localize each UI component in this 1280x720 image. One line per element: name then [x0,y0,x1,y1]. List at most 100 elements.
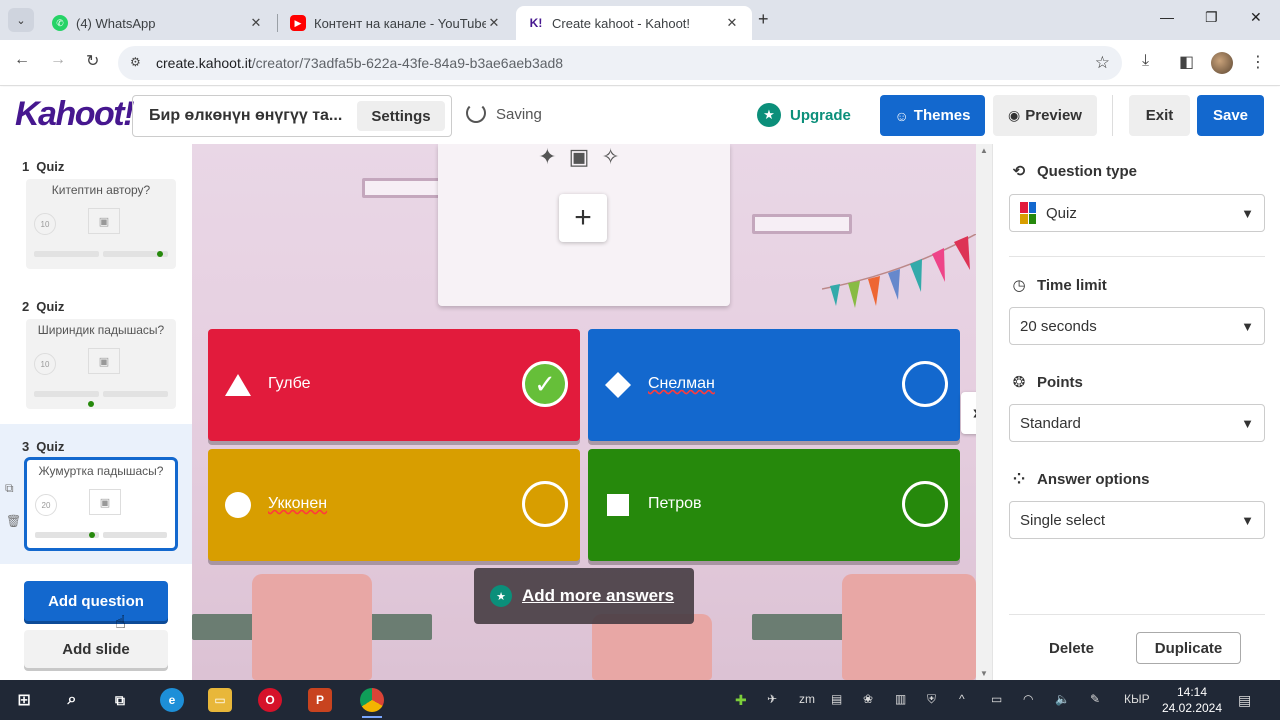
question-canvas: ✦▣✧ + Гулбе ✓ Снелман Укконен Петров ★ A… [192,144,976,680]
url-host: create.kahoot.it [156,55,252,71]
profile-avatar[interactable] [1211,52,1233,74]
answer-text[interactable]: Петров [648,495,702,513]
close-tab-icon[interactable]: ✕ [486,15,502,31]
exit-button[interactable]: Exit [1129,95,1190,136]
background-chair [842,574,976,680]
windows-start-icon[interactable]: ⊞ [12,688,36,712]
answer-2[interactable]: Снелман [588,329,960,441]
question-type-select[interactable]: Quiz ▼ [1009,194,1265,232]
scroll-down-icon[interactable]: ▼ [980,669,988,678]
menu-dots-icon[interactable]: ⋮ [1250,52,1266,72]
tray-app-icon[interactable]: ❀ [863,692,873,706]
preview-button[interactable]: ◉ Preview [993,95,1097,136]
answer-4[interactable]: Петров [588,449,960,561]
image-placeholder-icon: ▣ [89,489,121,515]
tray-app-icon[interactable]: ✈ [767,692,777,706]
time-limit-select[interactable]: 20 seconds ▼ [1009,307,1265,345]
upgrade-button[interactable]: ★ Upgrade [757,103,851,127]
address-bar[interactable]: ⚙ create.kahoot.it/creator/73adfa5b-622a… [118,46,1122,80]
minimize-icon[interactable]: — [1160,9,1174,25]
correct-toggle[interactable] [902,481,948,527]
bookmark-star-icon[interactable]: ☆ [1095,53,1110,73]
duplicate-question-button[interactable]: Duplicate [1136,632,1241,664]
slide-thumbnail[interactable]: Китептин автору? 10 ▣ [26,179,176,269]
slide-item-2[interactable]: 2 Quiz Шириндик падышасы? 10 ▣ [0,284,192,424]
task-view-icon[interactable]: ⧉ [108,688,132,712]
back-arrow-icon[interactable]: ← [14,51,30,69]
canvas-scrollbar[interactable]: ▲ ▼ [976,144,992,680]
tray-app-icon[interactable]: ▤ [831,692,842,706]
pen-icon[interactable]: ✎ [1090,692,1100,706]
kahoot-logo[interactable]: Kahoot! [15,95,134,134]
themes-label: Themes [913,107,971,124]
language-indicator[interactable]: КЫР [1124,692,1150,706]
slide-item-3[interactable]: 3 Quiz Жумуртка падышасы? 20 ▣ ⧉ 🗑 [0,424,192,564]
add-slide-button[interactable]: Add slide [24,630,168,668]
file-explorer-icon[interactable]: ▭ [208,688,232,712]
tab-search-chevron-icon[interactable]: ⌄ [8,8,34,32]
eye-icon: ◉ [1008,107,1021,123]
add-media-plus-icon[interactable]: + [559,194,607,242]
tab-title: (4) WhatsApp [76,15,156,31]
chrome-icon[interactable] [360,688,384,718]
slide-thumbnail-selected[interactable]: Жумуртка падышасы? 20 ▣ [24,457,178,551]
close-tab-icon[interactable]: ✕ [248,15,264,31]
answer-1[interactable]: Гулбе ✓ [208,329,580,441]
close-tab-icon[interactable]: ✕ [724,15,740,31]
new-tab-plus-icon[interactable]: + [758,9,769,30]
system-clock[interactable]: 14:14 24.02.2024 [1158,684,1226,716]
header-divider [1112,95,1113,136]
battery-icon[interactable]: ▭ [991,692,1002,706]
save-button[interactable]: Save [1197,95,1264,136]
correct-dot [89,532,95,538]
correct-toggle-checked[interactable]: ✓ [522,361,568,407]
tab-kahoot[interactable]: K! Create kahoot - Kahoot! ✕ [516,6,752,40]
show-hidden-icons-chevron[interactable]: ^ [959,692,965,706]
window-close-icon[interactable]: ✕ [1250,9,1262,26]
slide-type: Quiz [36,439,65,454]
quiz-icon [1020,202,1036,224]
correct-toggle[interactable] [902,361,948,407]
kahoot-title-field[interactable]: Бир өлкөнүн өнүгүү та... Settings [132,95,452,137]
restore-icon[interactable]: ❐ [1205,9,1218,26]
add-more-answers-button[interactable]: ★ Add more answers [474,568,694,624]
slide-number: 3 [22,439,30,454]
settings-button[interactable]: Settings [357,101,445,131]
correct-toggle[interactable] [522,481,568,527]
side-panel-icon[interactable]: ◧ [1179,52,1194,72]
slide-thumbnail[interactable]: Шириндик падышасы? 10 ▣ [26,319,176,409]
powerpoint-icon[interactable]: P [308,688,332,712]
answer-text[interactable]: Укконен [268,495,327,513]
trash-icon[interactable]: 🗑 [6,514,21,528]
edge-icon[interactable]: e [160,688,184,712]
opera-icon[interactable]: O [258,688,282,712]
slide-item-1[interactable]: 1 Quiz Китептин автору? 10 ▣ [0,144,192,284]
themes-button[interactable]: ☺ Themes [880,95,985,136]
forward-arrow-icon[interactable]: → [50,51,66,69]
zoom-tray-icon[interactable]: zm [799,692,815,706]
delete-question-button[interactable]: Delete [1049,640,1094,657]
download-icon[interactable]: ⤓ [1142,52,1149,70]
media-area[interactable]: ✦▣✧ + [438,144,730,306]
reload-icon[interactable]: ↻ [86,51,99,71]
site-settings-icon[interactable]: ⚙ [130,55,141,69]
answer-text[interactable]: Гулбе [268,375,310,393]
tab-youtube[interactable]: ▶ Контент на канале - YouTube S ✕ [278,6,514,40]
tray-app-icon[interactable]: ✚ [735,692,747,709]
security-shield-icon[interactable]: ⛨ [927,692,936,707]
answer-text[interactable]: Снелман [648,375,715,393]
notifications-icon[interactable]: ▤ [1238,692,1251,709]
search-icon[interactable]: ⌕ [60,688,84,712]
answer-options-select[interactable]: Single select ▼ [1009,501,1265,539]
volume-icon[interactable]: 🔈 [1055,692,1070,706]
scroll-up-icon[interactable]: ▲ [980,146,988,155]
wifi-icon[interactable]: ◠ [1023,692,1033,706]
duplicate-slide-icon[interactable]: ⧉ [5,481,14,496]
tab-whatsapp[interactable]: ✆ (4) WhatsApp ✕ [40,6,276,40]
answer-3[interactable]: Укконен [208,449,580,561]
points-select[interactable]: Standard ▼ [1009,404,1265,442]
url-text[interactable]: create.kahoot.it/creator/73adfa5b-622a-4… [156,55,563,71]
tray-app-icon[interactable]: ▥ [895,692,906,706]
grid-dots-icon: ⁘ [1012,471,1026,488]
add-question-button[interactable]: Add question [24,581,168,621]
